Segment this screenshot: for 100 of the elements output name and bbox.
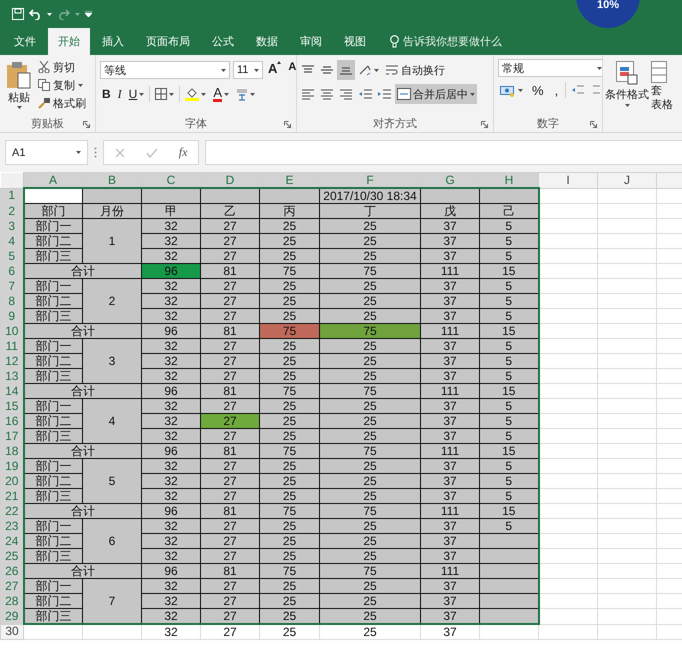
save-icon[interactable] [12, 8, 24, 20]
column-header[interactable]: A [24, 172, 82, 188]
font-select[interactable]: 等线 [100, 61, 230, 79]
wrap-text-button[interactable]: 自动换行 [383, 60, 447, 80]
number-format-select[interactable]: 常规 [498, 59, 602, 77]
row-header[interactable]: 19 [0, 458, 24, 474]
insert-function-button[interactable]: fx [178, 145, 188, 160]
launcher-icon[interactable] [83, 121, 90, 128]
row-header[interactable]: 21 [0, 488, 24, 504]
name-box[interactable]: A1 [5, 140, 88, 165]
column-header[interactable]: F [320, 172, 420, 188]
cut-button[interactable]: 剪切 [38, 59, 86, 75]
ribbon-tab[interactable]: 页面布局 [136, 28, 200, 55]
paste-button[interactable]: 粘贴 [4, 59, 34, 115]
customize-icon[interactable] [85, 11, 92, 17]
column-header[interactable]: I [538, 172, 598, 188]
ribbon-tab[interactable]: 公式 [202, 28, 244, 55]
column-header[interactable]: C [142, 172, 200, 188]
row-header[interactable]: 17 [0, 428, 24, 444]
caret-icon[interactable] [518, 88, 523, 92]
row-header[interactable]: 14 [0, 384, 24, 398]
row-header[interactable]: 10 [0, 324, 24, 338]
caret-icon[interactable] [224, 92, 230, 96]
row-header[interactable]: 15 [0, 398, 24, 414]
table-cell: 25 [320, 624, 420, 640]
row-header[interactable]: 23 [0, 518, 24, 534]
ribbon-tab[interactable]: 文件 [4, 28, 46, 55]
row-header[interactable]: 28 [0, 594, 24, 608]
underline-button[interactable]: U [126, 84, 146, 104]
merge-center-button[interactable]: 合并后居中 [395, 84, 477, 104]
launcher-icon[interactable] [284, 121, 291, 128]
row-header[interactable]: 9 [0, 308, 24, 324]
row-header[interactable]: 16 [0, 414, 24, 428]
ribbon-tab[interactable]: 视图 [334, 28, 376, 55]
caret-icon[interactable] [201, 92, 206, 96]
row-header[interactable]: 25 [0, 548, 24, 564]
launcher-icon[interactable] [590, 121, 597, 128]
row-header[interactable]: 4 [0, 234, 24, 248]
percent-button[interactable]: % [528, 80, 548, 100]
font-color-button[interactable]: A [211, 84, 232, 104]
row-header[interactable]: 6 [0, 264, 24, 278]
row-header[interactable]: 7 [0, 278, 24, 294]
row-header[interactable]: 24 [0, 534, 24, 548]
row-header[interactable]: 22 [0, 504, 24, 518]
caret-icon[interactable] [597, 66, 602, 70]
row-header[interactable]: 27 [0, 578, 24, 594]
row-header[interactable]: 5 [0, 248, 24, 264]
caret-icon[interactable] [250, 92, 256, 96]
ribbon-tab[interactable]: 开始 [48, 28, 90, 55]
row-header[interactable]: 11 [0, 338, 24, 354]
caret-icon[interactable] [624, 104, 630, 107]
launcher-icon[interactable] [481, 121, 488, 128]
row-header[interactable]: 30 [0, 624, 24, 640]
row-header[interactable]: 29 [0, 608, 24, 624]
ribbon-tab[interactable]: 插入 [92, 28, 134, 55]
row-header[interactable]: 26 [0, 564, 24, 578]
grow-font-button[interactable]: A [266, 59, 284, 81]
italic-button[interactable]: I [116, 84, 124, 104]
row-header[interactable]: 2 [0, 204, 24, 218]
caret-icon[interactable] [78, 84, 83, 86]
column-header[interactable]: D [200, 172, 260, 188]
row-header[interactable]: 20 [0, 474, 24, 488]
row-header[interactable]: 13 [0, 368, 24, 384]
row-header[interactable]: 8 [0, 294, 24, 308]
row-header[interactable]: 3 [0, 218, 24, 234]
caret-icon[interactable] [374, 68, 379, 72]
row-header[interactable]: 12 [0, 354, 24, 368]
caret-icon[interactable] [254, 68, 259, 72]
ribbon-tab[interactable]: 审阅 [290, 28, 332, 55]
caret-icon[interactable] [470, 92, 475, 96]
row-header[interactable]: 1 [0, 188, 24, 204]
ribbon-tab[interactable]: 数据 [246, 28, 288, 55]
painter-button[interactable]: 格式刷 [38, 95, 86, 111]
table-cell: 5 [480, 474, 538, 488]
shrink-font-button[interactable]: A [286, 59, 296, 81]
undo-icon[interactable] [29, 8, 42, 20]
caret-icon[interactable] [169, 92, 174, 96]
comma-button[interactable]: , [550, 80, 562, 100]
conditional-format-button[interactable]: 条件格式 [605, 59, 649, 115]
column-header[interactable]: B [82, 172, 142, 188]
table-cell: 32 [142, 368, 200, 384]
search-field[interactable]: 告诉我你想要做什么 [390, 28, 502, 55]
row-header[interactable]: 18 [0, 444, 24, 458]
check-icon[interactable] [146, 148, 158, 158]
caret-icon[interactable] [221, 68, 226, 72]
column-header[interactable]: H [480, 172, 538, 188]
size-select[interactable]: 11 [233, 61, 263, 79]
table-format-button[interactable]: 套 表格 [651, 59, 673, 115]
bold-button[interactable]: B [100, 84, 113, 104]
caret-icon[interactable] [16, 106, 22, 109]
caret-icon[interactable] [47, 12, 52, 16]
caret-icon[interactable] [76, 151, 81, 154]
formula-input[interactable] [205, 140, 682, 165]
copy-button[interactable]: 复制 [38, 77, 86, 93]
column-header[interactable]: G [420, 172, 480, 188]
align-bottom-button[interactable] [337, 60, 355, 80]
column-header[interactable]: E [260, 172, 320, 188]
column-header[interactable]: J [598, 172, 656, 188]
caret-icon[interactable] [139, 92, 144, 96]
active-cell[interactable] [24, 188, 82, 204]
